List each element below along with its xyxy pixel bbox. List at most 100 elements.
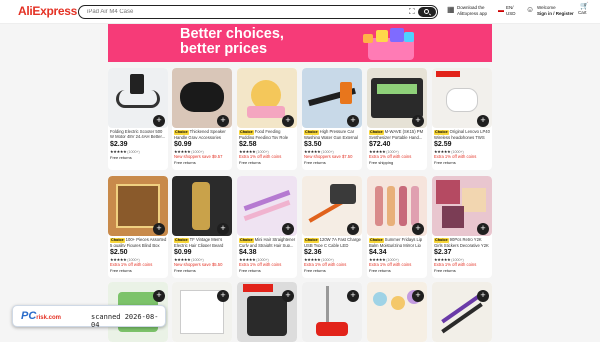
add-to-cart-icon[interactable]: + (412, 223, 424, 235)
banner-headline: Better choices, better prices (180, 26, 284, 57)
free-returns-label: Free shipping (369, 160, 394, 165)
product-card[interactable]: + Folding Electric Scooter 500 W Motor 4… (108, 68, 168, 170)
region-currency-selector[interactable]: EN/ USD (506, 5, 516, 17)
qr-code-icon[interactable]: ▦ (447, 6, 455, 14)
add-to-cart-icon[interactable]: + (153, 290, 165, 302)
product-price: $72.40 (369, 141, 391, 148)
product-title[interactable]: Choice High Pressure Car Washing Water Gu… (304, 129, 361, 139)
product-card[interactable]: + Choice TF Vintage Men's Electric Hair C… (172, 176, 232, 278)
add-to-cart-icon[interactable]: + (282, 223, 294, 235)
top-header: AliExpress ⛶ ▦ Download the AliExpress a… (0, 0, 600, 24)
product-card[interactable]: + (172, 282, 232, 342)
product-title[interactable]: Choice Mini Hair Straightener Curly and S… (239, 237, 296, 247)
product-card[interactable]: + (367, 282, 427, 342)
watermark-scan-date: scanned 2026-08-04 (91, 313, 159, 329)
promo-label: New shoppers save $5.50 (174, 262, 223, 267)
free-returns-label: Free returns (434, 160, 456, 165)
product-price: $2.39 (110, 141, 128, 148)
product-price: $2.59 (434, 141, 452, 148)
product-card[interactable]: + Choice Food Feeding Pudding Feeding Toy… (237, 68, 297, 170)
search-icon (424, 9, 429, 14)
product-title[interactable]: Choice Food Feeding Pudding Feeding Toy R… (239, 129, 296, 139)
search-input[interactable] (87, 7, 387, 17)
watermark-logo: PCrisk.com (21, 310, 61, 322)
add-to-cart-icon[interactable]: + (217, 223, 229, 235)
product-price: $2.36 (304, 249, 322, 256)
promo-label: Extra 1% off with coins (434, 154, 477, 159)
search-bar[interactable]: ⛶ (78, 5, 438, 19)
product-title[interactable]: Choice Original Lenovo LP40 Wireless head… (434, 129, 491, 139)
free-returns-label: Free returns (239, 268, 261, 273)
product-card[interactable]: + (302, 282, 362, 342)
product-card[interactable]: + Choice Summer Fridays Lip Balm Moisturi… (367, 176, 427, 278)
add-to-cart-icon[interactable]: + (217, 115, 229, 127)
product-title[interactable]: Choice 90Pcs Retro Y2K Girls Stickers Dec… (434, 237, 491, 247)
cart-label[interactable]: Cart (578, 10, 587, 16)
product-card[interactable]: + Choice Mini Hair Straightener Curly and… (237, 176, 297, 278)
add-to-cart-icon[interactable]: + (347, 290, 359, 302)
add-to-cart-icon[interactable]: + (477, 115, 489, 127)
product-price: $4.34 (369, 249, 387, 256)
free-returns-label: Free returns (369, 268, 391, 273)
add-to-cart-icon[interactable]: + (282, 115, 294, 127)
promo-label: Extra 1% off with coins (239, 262, 282, 267)
free-returns-label: Free returns (304, 268, 326, 273)
free-returns-label: Free returns (434, 268, 456, 273)
product-card[interactable]: + Choice 100+ Pieces Assorted 5 quality F… (108, 176, 168, 278)
scan-watermark: PCrisk.com scanned 2026-08-04 (12, 305, 166, 329)
product-title[interactable]: Choice Thickened Speaker Handle Gray Acce… (174, 129, 231, 139)
add-to-cart-icon[interactable]: + (217, 290, 229, 302)
add-to-cart-icon[interactable]: + (347, 115, 359, 127)
product-title[interactable]: Choice 120W 7A Fast Charge USB Type C Cab… (304, 237, 361, 247)
promo-label: Extra 1% off with coins (369, 262, 412, 267)
cart-count: 0 (584, 2, 587, 7)
product-card[interactable]: + Choice Thickened Speaker Handle Gray Ac… (172, 68, 232, 170)
free-returns-label: Free returns (174, 268, 196, 273)
product-title[interactable]: Folding Electric Scooter 500 W Motor 48V… (110, 129, 167, 139)
product-card[interactable]: + (237, 282, 297, 342)
product-title[interactable]: Choice Summer Fridays Lip Balm Moisturizi… (369, 237, 426, 247)
product-title[interactable]: Choice M-WAVE (SK15) PM Synthesizer Porta… (369, 129, 426, 139)
product-price: $3.50 (304, 141, 322, 148)
account-menu[interactable]: Welcome Sign in / Register (537, 5, 574, 17)
download-app-link[interactable]: Download the AliExpress app (457, 5, 487, 17)
product-price: $0.99 (174, 249, 192, 256)
search-button[interactable] (418, 7, 436, 17)
product-title[interactable]: Choice 100+ Pieces Assorted 5 quality Fig… (110, 237, 167, 247)
add-to-cart-icon[interactable]: + (153, 223, 165, 235)
product-card[interactable]: + (432, 282, 492, 342)
add-to-cart-icon[interactable]: + (412, 290, 424, 302)
aliexpress-logo[interactable]: AliExpress (18, 4, 77, 18)
free-returns-label: Free returns (304, 160, 326, 165)
product-card[interactable]: + Choice M-WAVE (SK15) PM Synthesizer Por… (367, 68, 427, 170)
product-price: $2.37 (434, 249, 452, 256)
promo-label: New shoppers save $9.57 (174, 154, 223, 159)
gift-box-icon (390, 28, 404, 42)
product-price: $2.58 (239, 141, 257, 148)
user-icon: ☺ (526, 5, 535, 14)
gift-box-icon (376, 30, 388, 42)
free-returns-label: Free returns (110, 155, 132, 160)
add-to-cart-icon[interactable]: + (153, 115, 165, 127)
free-returns-label: Free returns (110, 268, 132, 273)
promo-label: Extra 1% off with coins (304, 262, 347, 267)
add-to-cart-icon[interactable]: + (477, 290, 489, 302)
flag-icon: ▬ (498, 8, 504, 14)
promo-label: Extra 1% off with coins (434, 262, 477, 267)
product-card[interactable]: + Choice 120W 7A Fast Charge USB Type C C… (302, 176, 362, 278)
add-to-cart-icon[interactable]: + (347, 223, 359, 235)
product-price: $0.99 (174, 141, 192, 148)
add-to-cart-icon[interactable]: + (282, 290, 294, 302)
promo-banner[interactable]: Better choices, better prices (108, 24, 492, 62)
add-to-cart-icon[interactable]: + (477, 223, 489, 235)
promo-label: Extra 1% off with coins (239, 154, 282, 159)
product-title[interactable]: Choice TF Vintage Men's Electric Hair Cli… (174, 237, 231, 247)
image-search-icon[interactable]: ⛶ (409, 8, 415, 16)
product-card[interactable]: + Choice High Pressure Car Washing Water … (302, 68, 362, 170)
product-price: $2.50 (110, 249, 128, 256)
product-card[interactable]: + Choice 90Pcs Retro Y2K Girls Stickers D… (432, 176, 492, 278)
free-returns-label: Free returns (174, 160, 196, 165)
product-card[interactable]: + Choice Original Lenovo LP40 Wireless he… (432, 68, 492, 170)
promo-label: New shoppers save $7.50 (304, 154, 353, 159)
add-to-cart-icon[interactable]: + (412, 115, 424, 127)
